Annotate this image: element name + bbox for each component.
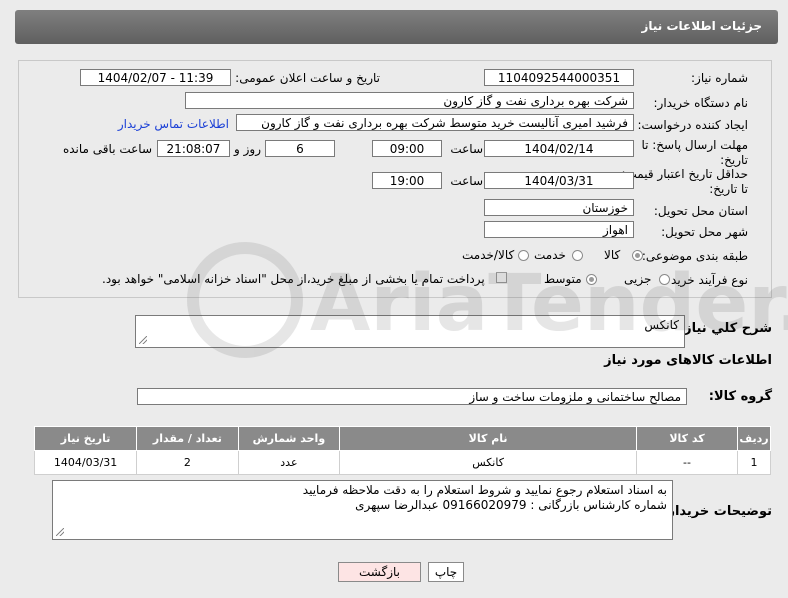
buyer-notes-line2: شماره کارشناس بازرگانی : 09166020979 عبد… [355,498,667,512]
days-field: 6 [265,140,335,157]
category-radio-both[interactable] [518,250,529,261]
deadline-date-field: 1404/02/14 [484,140,634,157]
deadline-time-label: ساعت [450,142,483,156]
page-header: جزئیات اطلاعات نیاز [15,10,778,44]
col-name-header: نام کالا [339,426,637,451]
days-label: روز و [234,142,261,156]
city-label: شهر محل تحویل: [661,225,748,239]
cell-qty: 2 [136,450,239,475]
validity-label: حداقل تاریخ اعتبار قیمت: تا تاریخ: [621,167,748,196]
col-qty-header: تعداد / مقدار [136,426,239,451]
back-button[interactable]: بازگشت [338,562,421,582]
category-label: طبقه بندی موضوعی: [641,249,748,263]
process-radio-medium[interactable] [586,274,597,285]
cell-unit: عدد [237,450,341,475]
province-field: خوزستان [484,199,634,216]
summary-text: کانکس [644,318,679,332]
summary-textarea[interactable]: کانکس [135,315,685,348]
category-option-service: خدمت [534,248,566,262]
cell-row: 1 [737,450,771,475]
creator-field: فرشید امیری آنالیست خرید متوسط شرکت بهره… [236,114,634,131]
creator-label: ایجاد کننده درخواست: [637,118,748,132]
print-button[interactable]: چاپ [428,562,464,582]
buyer-field: شرکت بهره برداری نفت و گاز کارون [185,92,634,109]
validity-time-label: ساعت [450,174,483,188]
items-section-title: اطلاعات کالاهای مورد نیاز [604,353,772,368]
col-code-header: کد کالا [635,426,739,451]
page-title: جزئیات اطلاعات نیاز [641,19,762,33]
need-number-label: شماره نیاز: [691,71,748,85]
city-field: اهواز [484,221,634,238]
category-radio-goods[interactable] [632,250,643,261]
remaining-label: ساعت باقی مانده [62,142,152,156]
items-table: ردیف کد کالا نام کالا واحد شمارش تعداد /… [33,426,771,475]
remaining-time-field: 21:08:07 [157,140,230,157]
need-number-field: 1104092544000351 [484,69,634,86]
deadline-label: مهلت ارسال پاسخ: تا تاریخ: [641,138,748,167]
goods-group-label: گروه کالا: [708,389,772,404]
announce-field: 1404/02/07 - 11:39 [80,69,231,86]
validity-time-field: 19:00 [372,172,442,189]
treasury-checkbox[interactable] [496,272,507,283]
buyer-contact-link[interactable]: اطلاعات تماس خریدار [118,117,229,131]
resize-grip-icon[interactable] [139,336,147,344]
category-radio-service[interactable] [572,250,583,261]
process-radio-minor[interactable] [659,274,670,285]
announce-label: تاریخ و ساعت اعلان عمومی: [235,71,380,85]
table-row: 1 -- کانکس عدد 2 1404/03/31 [33,450,771,475]
resize-grip-icon[interactable] [56,528,64,536]
province-label: استان محل تحویل: [653,204,748,218]
buyer-notes-textarea[interactable]: به اسناد استعلام رجوع نمایید و شروط استع… [52,480,673,540]
treasury-note: پرداخت تمام یا بخشی از مبلغ خرید،از محل … [102,272,485,286]
col-date-header: تاریخ نیاز [33,426,138,451]
process-option-medium: متوسط [544,272,582,286]
col-row-header: ردیف [737,426,771,451]
cell-code: -- [635,450,739,475]
cell-name: کانکس [339,450,637,475]
buyer-notes-line1: به اسناد استعلام رجوع نمایید و شروط استع… [302,483,667,497]
cell-date: 1404/03/31 [33,450,138,475]
deadline-time-field: 09:00 [372,140,442,157]
process-option-minor: جزیی [624,272,652,286]
col-unit-header: واحد شمارش [237,426,341,451]
table-header-row: ردیف کد کالا نام کالا واحد شمارش تعداد /… [33,426,771,451]
buyer-label: نام دستگاه خریدار: [653,96,749,110]
category-option-both: کالا/خدمت [462,248,515,262]
category-option-goods: کالا [604,248,621,262]
summary-label: شرح کلي نياز: [678,321,772,336]
validity-date-field: 1404/03/31 [484,172,634,189]
process-label: نوع فرآیند خرید : [663,273,748,287]
buyer-notes-label: توضیحات خریدار: [662,504,772,519]
goods-group-field: مصالح ساختمانی و ملزومات ساخت و ساز [137,388,687,405]
